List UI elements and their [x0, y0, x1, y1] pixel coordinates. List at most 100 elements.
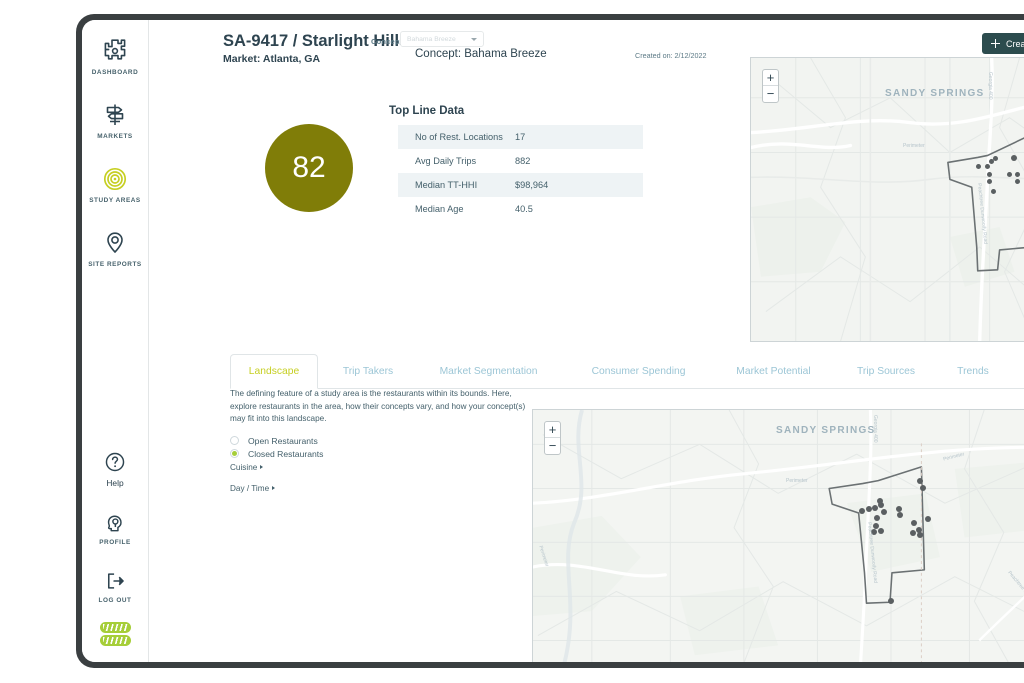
tab-label: Trip Sources: [857, 366, 915, 377]
map-road-label: Perimeter: [786, 478, 808, 484]
restaurant-dot: [878, 528, 884, 534]
table-row: No of Rest. Locations 17: [398, 125, 643, 149]
sidebar-item-label: SITE REPORTS: [88, 261, 142, 268]
radio-icon-selected: [230, 449, 239, 458]
table-cell-value: $98,964: [515, 180, 549, 190]
sidebar-item-site-reports[interactable]: SITE REPORTS: [82, 224, 148, 272]
study-areas-target-icon: [102, 166, 128, 192]
table-row: Median Age 40.5: [398, 197, 643, 221]
map-zoom-out-button[interactable]: −: [545, 438, 560, 454]
radio-open-restaurants[interactable]: Open Restaurants: [230, 434, 323, 447]
filter-toggle-cuisine[interactable]: Cuisine: [230, 463, 264, 472]
map-zoom-in-button[interactable]: +: [545, 422, 560, 438]
table-cell-value: 40.5: [515, 204, 533, 214]
dashboard-icon: [102, 38, 128, 64]
restaurant-dot: [991, 189, 996, 194]
create-new-site-report-button[interactable]: Create New Site Report: [982, 33, 1024, 54]
sidebar-item-label: Help: [106, 478, 124, 488]
restaurant-dot: [1015, 172, 1020, 177]
sidebar-primary-nav: DASHBOARD MARKETS STUDY AREAS SITE REPOR…: [82, 32, 148, 288]
landscape-description: The defining feature of a study area is …: [230, 389, 526, 424]
map-zoom-in-button[interactable]: +: [763, 70, 778, 86]
chevron-right-icon: [260, 465, 264, 469]
map-road-label: Georgia 400: [987, 72, 993, 100]
tab-market-segmentation[interactable]: Market Segmentation: [411, 354, 566, 389]
restaurant-dot: [1011, 155, 1017, 161]
restaurant-dot: [993, 156, 998, 161]
restaurant-dot: [874, 515, 880, 521]
map-city-label: SANDY SPRINGS: [885, 88, 985, 99]
sidebar-item-markets[interactable]: MARKETS: [82, 96, 148, 144]
restaurant-dot: [872, 505, 878, 511]
chevron-down-icon: [471, 38, 477, 41]
site-reports-pin-icon: [102, 230, 128, 256]
tab-label: Trends: [957, 366, 989, 377]
tab-consumer-spending[interactable]: Consumer Spending: [566, 354, 711, 389]
restaurant-dot: [987, 172, 992, 177]
map-zoom-controls[interactable]: + −: [762, 69, 779, 103]
restaurant-dot: [911, 520, 917, 526]
table-cell-value: 17: [515, 132, 526, 142]
map-zoom-controls[interactable]: + −: [544, 421, 561, 455]
tab-market-potential[interactable]: Market Potential: [711, 354, 836, 389]
profile-head-icon: [104, 512, 126, 534]
tab-trip-sources[interactable]: Trip Sources: [836, 354, 936, 389]
brand-logo-bar-bottom: [99, 635, 131, 646]
tab-trip-takers[interactable]: Trip Takers: [325, 354, 411, 389]
study-area-score-badge: 82: [265, 124, 353, 212]
markets-signpost-icon: [102, 102, 128, 128]
map-tiles: [533, 410, 1024, 662]
study-area-map-overview[interactable]: + − SANDY SPRINGS Georgia 400 Perimeter …: [750, 57, 1024, 342]
sidebar-item-label: PROFILE: [99, 539, 131, 546]
concept-subtitle: Concept: Bahama Breeze: [415, 48, 547, 60]
sidebar-item-label: DASHBOARD: [91, 69, 139, 76]
created-on-text: Created on: 2/12/2022: [635, 51, 707, 60]
filter-toggle-day-time[interactable]: Day / Time: [230, 484, 276, 493]
top-line-data-title: Top Line Data: [389, 105, 465, 117]
restaurant-dot: [917, 532, 923, 538]
sidebar-item-profile[interactable]: PROFILE: [82, 506, 148, 550]
tab-label: Market Segmentation: [439, 366, 538, 377]
market-subtitle: Market: Atlanta, GA: [223, 53, 321, 65]
map-city-label: SANDY SPRINGS: [776, 425, 876, 436]
sidebar-item-log-out[interactable]: LOG OUT: [82, 564, 148, 608]
sidebar-item-label: LOG OUT: [98, 597, 132, 604]
tab-label: Market Potential: [736, 366, 811, 377]
concept-select[interactable]: Bahama Breeze: [400, 31, 484, 47]
sidebar-item-label: MARKETS: [97, 133, 133, 140]
brand-logo[interactable]: [82, 622, 148, 646]
restaurant-dot: [888, 598, 894, 604]
restaurant-status-radio-group: Open Restaurants Closed Restaurants: [230, 434, 323, 460]
landscape-restaurant-map[interactable]: + − SANDY SPRINGS Chamblee Georgia 400 P…: [532, 409, 1024, 662]
tab-landscape[interactable]: Landscape: [230, 354, 318, 389]
sidebar-item-dashboard[interactable]: DASHBOARD: [82, 32, 148, 80]
restaurant-dot: [985, 164, 990, 169]
restaurant-dot: [976, 164, 981, 169]
concept-field-label: Concept: [371, 37, 403, 46]
restaurant-dot: [920, 485, 926, 491]
restaurant-dot: [917, 478, 923, 484]
score-value: 82: [292, 151, 326, 184]
top-line-data-table: No of Rest. Locations 17 Avg Daily Trips…: [398, 125, 643, 221]
brand-logo-bar-top: [99, 622, 131, 633]
filter-toggle-label: Day / Time: [230, 484, 270, 493]
radio-closed-restaurants[interactable]: Closed Restaurants: [230, 447, 323, 460]
table-row: Avg Daily Trips 882: [398, 149, 643, 173]
restaurant-dot: [859, 508, 865, 514]
help-question-icon: [104, 451, 126, 473]
radio-label: Open Restaurants: [248, 435, 318, 446]
restaurant-dot: [987, 179, 992, 184]
table-cell-key: No of Rest. Locations: [415, 132, 503, 142]
sidebar-item-study-areas[interactable]: STUDY AREAS: [82, 160, 148, 208]
sidebar-item-help[interactable]: Help: [82, 445, 148, 492]
restaurant-dot: [1007, 172, 1012, 177]
restaurant-dot: [1015, 179, 1020, 184]
map-zoom-out-button[interactable]: −: [763, 86, 778, 102]
chevron-right-icon: [272, 486, 276, 490]
restaurant-dot: [877, 498, 883, 504]
restaurant-dot: [925, 516, 931, 522]
main-sidebar: DASHBOARD MARKETS STUDY AREAS SITE REPOR…: [82, 20, 149, 662]
tab-trends[interactable]: Trends: [936, 354, 1010, 389]
table-cell-key: Avg Daily Trips: [415, 156, 477, 166]
table-cell-value: 882: [515, 156, 531, 166]
